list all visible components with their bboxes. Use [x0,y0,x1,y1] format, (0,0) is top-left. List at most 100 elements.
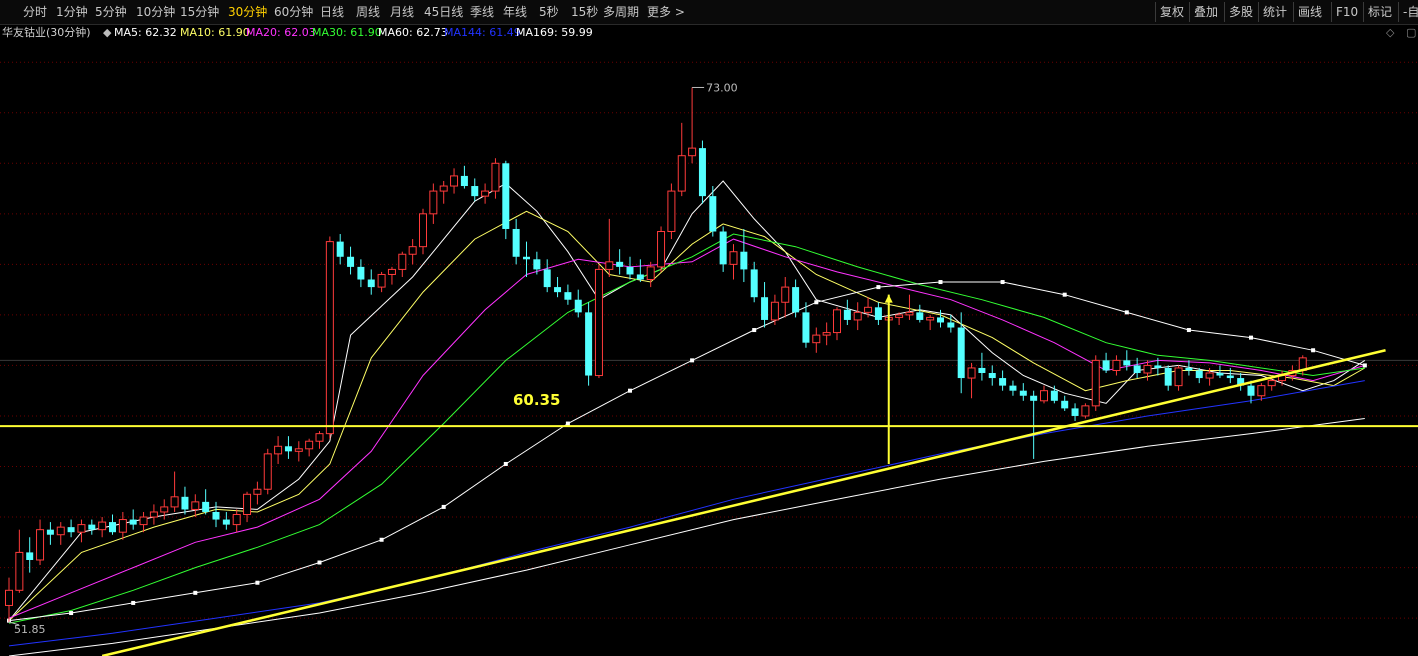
tool-button-0[interactable]: 复权 [1155,2,1184,22]
candle-body [294,448,303,452]
candle-body [1216,373,1224,376]
panel-toggle-icon[interactable]: ▢ [1406,26,1416,39]
candle-body [916,312,924,320]
level-label: 60.35 [513,391,560,409]
timeframe-tab-8[interactable]: 周线 [356,0,380,24]
ma-line-MA169 [8,418,1365,656]
candle-body [26,552,34,560]
timeframe-tab-3[interactable]: 10分钟 [136,0,175,24]
timeframe-tab-13[interactable]: 5秒 [539,0,559,24]
candle-body [1081,405,1090,417]
candle-body [554,287,562,293]
candle-body [305,440,314,450]
tool-button-5[interactable]: F10 [1331,2,1358,22]
candle-body [377,273,386,288]
candle-body [937,317,944,323]
candle-body [616,261,624,267]
candle-body [243,493,252,516]
candle-body [170,496,179,508]
stock-title: 华友钴业(30分钟) [2,26,91,39]
tool-button-3[interactable]: 统计 [1258,2,1287,22]
candlestick-chart: 73.00 51.85 60.35 [0,61,1418,656]
candle-body [36,529,45,561]
ma-dot [814,300,819,305]
tool-button-2[interactable]: 多股 [1224,2,1253,22]
timeframe-tab-14[interactable]: 15秒 [571,0,598,24]
ma-dot [317,560,322,565]
candle-body [988,373,996,379]
candle-body [709,196,717,232]
candle-body [398,253,407,270]
settings-diamond-icon[interactable]: ◇ [1386,26,1394,39]
timeframe-tab-16[interactable]: 更多 > [647,0,685,24]
candle-body [1123,360,1131,366]
candle-body [792,287,800,313]
ma-dot [938,280,943,285]
candle-body [56,526,65,536]
ma-indicator-6: MA169: 59.99 [516,26,593,39]
timeframe-tab-15[interactable]: 多周期 [603,0,639,24]
indicator-toggle-icon[interactable]: ◆ [103,24,111,42]
ma-dot [1249,335,1253,340]
candle-body [284,446,292,452]
candle-body [367,279,375,288]
candle-body [429,190,438,215]
tool-button-7[interactable]: -自 [1398,2,1418,22]
ma-dot [1311,348,1316,353]
ma-line-MA5 [8,180,1366,621]
ma-line-MA144 [8,380,1365,647]
ma-dot [565,421,570,426]
timeframe-tab-1[interactable]: 1分钟 [56,0,88,24]
candle-body [698,148,706,197]
candle-body [564,292,572,300]
candle-body [978,367,986,374]
timeframe-tab-12[interactable]: 年线 [503,0,527,24]
tool-button-6[interactable]: 标记 [1363,2,1392,22]
ma-indicator-1: MA10: 61.90 [180,26,250,39]
timeframe-tab-11[interactable]: 季线 [470,0,494,24]
candle-body [1112,359,1121,371]
candle-body [1164,367,1172,386]
candle-body [191,501,200,510]
timeframe-tab-6[interactable]: 60分钟 [274,0,313,24]
candle-body [98,521,107,531]
timeframe-tab-2[interactable]: 5分钟 [95,0,127,24]
tool-button-4[interactable]: 画线 [1293,2,1322,22]
ma-indicator-3: MA30: 61.90 [312,26,382,39]
timeframe-tab-5[interactable]: 30分钟 [228,0,267,24]
ma-line-MA20 [8,238,1365,619]
high-price-label: 73.00 [706,81,738,94]
candle-body [802,312,810,343]
ma-indicator-bar: 华友钴业(30分钟) MA5: 62.32 MA10: 61.90 MA20: 62… [0,24,1418,42]
candle-body [646,266,655,281]
timeframe-tab-4[interactable]: 15分钟 [180,0,219,24]
timeframe-tab-10[interactable]: 45日线 [424,0,463,24]
candle-body [1143,364,1152,374]
candle-body [926,316,935,321]
timeframe-tab-7[interactable]: 日线 [320,0,344,24]
ma-dot [1186,328,1191,333]
candle-body [1247,385,1255,396]
timeframe-tab-9[interactable]: 月线 [390,0,414,24]
candle-body [864,306,873,313]
candle-body [502,163,510,229]
candle-body [1102,360,1110,371]
candle-body [460,175,468,187]
candle-body [750,269,758,298]
candle-body [202,501,210,512]
candle-body [149,511,158,518]
candle-body [853,311,862,321]
ma-dot [503,461,508,466]
candle-body [222,519,230,525]
tool-button-1[interactable]: 叠加 [1189,2,1218,22]
candle-body [874,307,882,320]
candle-body [719,231,727,265]
candle-body [253,488,262,495]
candle-body [822,332,831,336]
timeframe-toolbar: 分时 1分钟 5分钟 10分钟 15分钟 30分钟 60分钟 日线 周线 月线 45日线 季线 年线 5秒… [0,0,1418,25]
candle-body [118,519,127,533]
candle-body [315,433,324,442]
candle-body [574,299,582,313]
candle-body [1257,385,1266,397]
timeframe-tab-0[interactable]: 分时 [23,0,47,24]
